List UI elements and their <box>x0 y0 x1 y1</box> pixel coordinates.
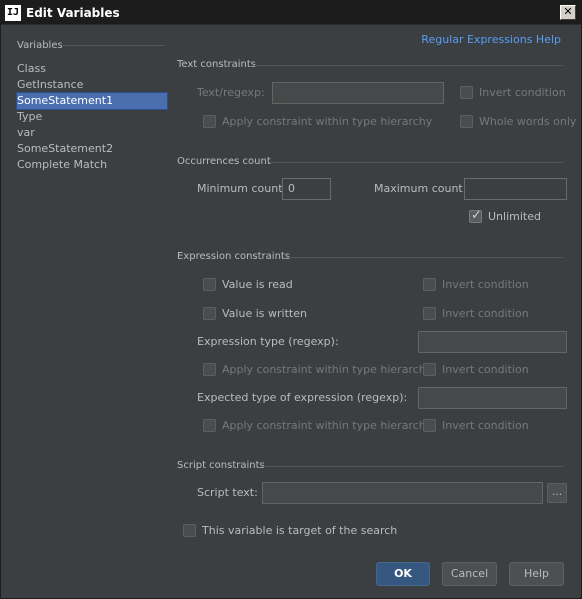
ok-button[interactable]: OK <box>376 562 430 586</box>
invert-condition-expr-label: Invert condition <box>442 363 529 376</box>
apply-hierarchy-expected-label: Apply constraint within type hierarchy <box>222 419 433 432</box>
section-divider <box>283 257 563 258</box>
section-divider <box>259 466 563 467</box>
invert-condition-expected-checkbox[interactable] <box>423 419 436 432</box>
script-text-label: Script text: <box>197 486 258 499</box>
dialog-title: Edit Variables <box>26 6 120 20</box>
edit-variables-dialog: IJ Edit Variables ✕ Variables Class GetI… <box>0 0 582 599</box>
script-text-input[interactable] <box>262 482 543 504</box>
invert-condition-expected-label: Invert condition <box>442 419 529 432</box>
invert-condition-written-checkbox[interactable] <box>423 307 436 320</box>
variables-header: Variables <box>17 40 63 51</box>
target-of-search-checkbox[interactable] <box>183 524 196 537</box>
script-constraints-title: Script constraints <box>177 460 265 471</box>
variable-item-type[interactable]: Type <box>17 109 167 125</box>
text-regexp-input[interactable] <box>272 82 444 104</box>
variable-item-class[interactable]: Class <box>17 61 167 77</box>
invert-condition-text-label: Invert condition <box>479 86 566 99</box>
target-of-search-label: This variable is target of the search <box>202 524 398 537</box>
expression-type-input[interactable] <box>418 331 567 353</box>
apply-hierarchy-expected-checkbox[interactable] <box>203 419 216 432</box>
close-icon[interactable]: ✕ <box>560 5 576 20</box>
maximum-count-input[interactable] <box>464 178 567 200</box>
minimum-count-input[interactable]: 0 <box>282 178 331 200</box>
whole-words-checkbox[interactable] <box>460 115 473 128</box>
section-divider <box>269 162 563 163</box>
apply-hierarchy-text-label: Apply constraint within type hierarchy <box>222 115 433 128</box>
whole-words-label: Whole words only <box>479 115 577 128</box>
intellij-app-icon: IJ <box>5 5 21 21</box>
unlimited-checkbox[interactable]: ✓ <box>469 208 482 223</box>
invert-condition-text-checkbox[interactable] <box>460 86 473 99</box>
variable-item-complete-match[interactable]: Complete Match <box>17 157 167 173</box>
expression-type-label: Expression type (regexp): <box>197 335 339 348</box>
expression-constraints-title: Expression constraints <box>177 251 291 262</box>
value-read-checkbox[interactable] <box>203 278 216 291</box>
variable-item-somestatement2[interactable]: SomeStatement2 <box>17 141 167 157</box>
title-bar: IJ Edit Variables ✕ <box>1 1 581 25</box>
variable-item-var[interactable]: var <box>17 125 167 141</box>
regex-help-link[interactable]: Regular Expressions Help <box>421 33 561 46</box>
variables-separator <box>63 45 165 46</box>
invert-condition-written-label: Invert condition <box>442 307 529 320</box>
occurrences-title: Occurrences count <box>177 156 271 167</box>
unlimited-label: Unlimited <box>488 210 541 223</box>
variable-item-somestatement1[interactable]: SomeStatement1 <box>16 92 168 110</box>
section-divider <box>253 65 563 66</box>
text-regexp-label: Text/regexp: <box>197 86 265 99</box>
expected-type-input[interactable] <box>418 387 567 409</box>
invert-condition-expr-checkbox[interactable] <box>423 363 436 376</box>
variable-item-getinstance[interactable]: GetInstance <box>17 77 167 93</box>
apply-hierarchy-expr-checkbox[interactable] <box>203 363 216 376</box>
help-button[interactable]: Help <box>509 562 564 586</box>
cancel-button[interactable]: Cancel <box>442 562 497 586</box>
value-written-label: Value is written <box>222 307 307 320</box>
apply-hierarchy-text-checkbox[interactable] <box>203 115 216 128</box>
value-written-checkbox[interactable] <box>203 307 216 320</box>
browse-script-button[interactable]: ... <box>547 483 567 503</box>
checkmark-icon: ✓ <box>471 208 482 223</box>
apply-hierarchy-expr-label: Apply constraint within type hierarchy <box>222 363 433 376</box>
variables-list: Class GetInstance SomeStatement1 Type va… <box>16 61 168 173</box>
value-read-label: Value is read <box>222 278 293 291</box>
text-constraints-title: Text constraints <box>177 59 256 70</box>
maximum-count-label: Maximum count: <box>374 182 467 195</box>
invert-condition-read-label: Invert condition <box>442 278 529 291</box>
minimum-count-label: Minimum count: <box>197 182 287 195</box>
invert-condition-read-checkbox[interactable] <box>423 278 436 291</box>
expected-type-label: Expected type of expression (regexp): <box>197 391 408 404</box>
